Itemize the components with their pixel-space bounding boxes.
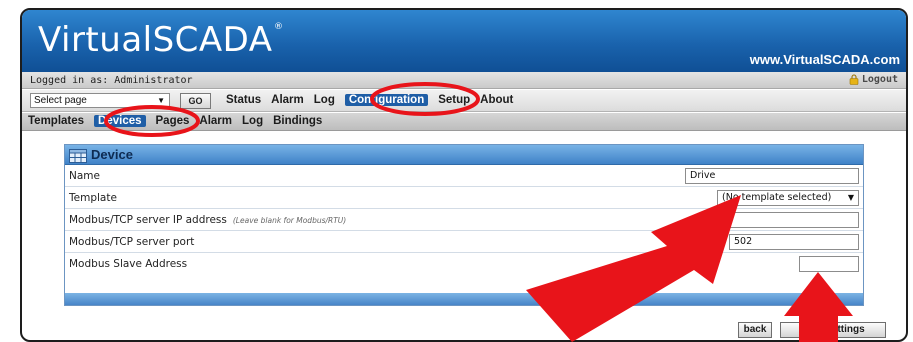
registered-mark: ®: [274, 22, 283, 32]
app-logo: VirtualSCADA: [38, 20, 273, 60]
ip-address-field[interactable]: [729, 212, 859, 228]
form-row-ip: Modbus/TCP server IP address (Leave blank…: [65, 209, 863, 231]
ip-label-text: Modbus/TCP server IP address: [69, 214, 227, 226]
logged-in-text: Logged in as: Administrator: [30, 75, 193, 86]
form-row-template: Template (No template selected) ▼: [65, 187, 863, 209]
lock-icon: [849, 74, 859, 85]
app-frame: VirtualSCADA ® www.VirtualSCADA.com Logg…: [20, 8, 908, 342]
menu-item-configuration[interactable]: Configuration: [344, 94, 429, 106]
port-field[interactable]: 502: [729, 234, 859, 250]
select-page-dropdown[interactable]: Select page ▼: [30, 93, 170, 108]
template-dropdown[interactable]: (No template selected) ▼: [717, 190, 859, 206]
menu-item-alarm[interactable]: Alarm: [271, 94, 304, 106]
slave-label: Modbus Slave Address: [69, 258, 188, 270]
chevron-down-icon: ▼: [847, 193, 854, 202]
grid-icon: [69, 148, 87, 163]
submenu-item-pages[interactable]: Pages: [156, 115, 190, 127]
slave-address-field[interactable]: [799, 256, 859, 272]
submenu-item-devices[interactable]: Devices: [94, 115, 146, 127]
user-bar: Logged in as: Administrator Logout: [22, 72, 906, 89]
submenu-item-log[interactable]: Log: [242, 115, 263, 127]
menu-item-setup[interactable]: Setup: [438, 94, 470, 106]
sub-menubar: Templates Devices Pages Alarm Log Bindin…: [22, 113, 906, 131]
device-panel-header: Device: [65, 145, 863, 165]
name-field[interactable]: Drive: [685, 168, 859, 184]
menu-item-about[interactable]: About: [480, 94, 513, 106]
go-button[interactable]: GO: [180, 93, 211, 109]
logout-label: Logout: [861, 74, 898, 85]
menu-item-status[interactable]: Status: [226, 94, 261, 106]
port-label: Modbus/TCP server port: [69, 236, 195, 248]
sub-menu: Templates Devices Pages Alarm Log Bindin…: [28, 115, 322, 127]
form-row-name: Name Drive: [65, 165, 863, 187]
header-banner: VirtualSCADA ® www.VirtualSCADA.com: [22, 10, 906, 72]
form-row-port: Modbus/TCP server port 502: [65, 231, 863, 253]
template-label: Template: [69, 192, 117, 204]
select-page-value: Select page: [34, 95, 87, 106]
ip-hint: (Leave blank for Modbus/RTU): [232, 216, 347, 225]
back-button[interactable]: back: [738, 322, 772, 338]
panel-title: Device: [91, 147, 133, 162]
submenu-item-templates[interactable]: Templates: [28, 115, 84, 127]
ip-label: Modbus/TCP server IP address (Leave blank…: [69, 214, 346, 226]
logout-link[interactable]: Logout: [849, 74, 898, 85]
form-row-slave: Modbus Slave Address: [65, 253, 863, 275]
submenu-item-alarm[interactable]: Alarm: [199, 115, 232, 127]
submenu-item-bindings[interactable]: Bindings: [273, 115, 322, 127]
name-label: Name: [69, 170, 100, 182]
device-panel: Device Name Drive Template (No template …: [64, 144, 864, 306]
device-panel-footer: [65, 293, 863, 305]
chevron-down-icon: ▼: [157, 96, 165, 105]
main-menubar: Select page ▼ GO Status Alarm Log Config…: [22, 90, 906, 112]
save-settings-button[interactable]: save settings: [780, 322, 886, 338]
menu-item-log[interactable]: Log: [314, 94, 335, 106]
template-value: (No template selected): [722, 192, 832, 203]
site-url[interactable]: www.VirtualSCADA.com: [750, 52, 900, 67]
main-menu: Status Alarm Log Configuration Setup Abo…: [226, 94, 513, 106]
